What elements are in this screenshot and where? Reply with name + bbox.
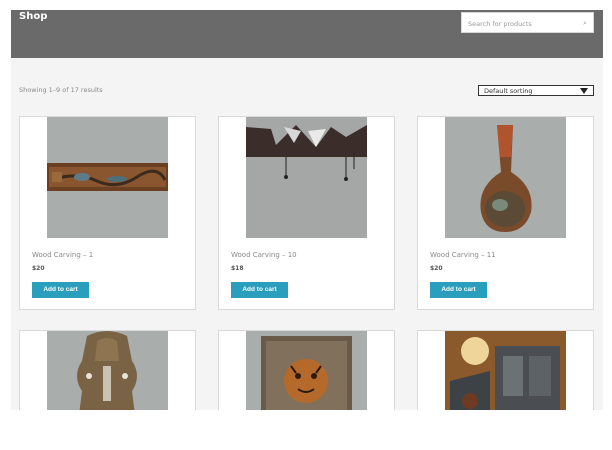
product-title[interactable]: Wood Carving – 1: [32, 251, 93, 259]
product-image[interactable]: [47, 331, 168, 410]
product-image[interactable]: [445, 117, 566, 238]
add-to-cart-button[interactable]: Add to cart: [430, 282, 487, 298]
shop-page: Shop ⌕ Showing 1–9 of 17 results Default…: [11, 10, 603, 410]
search-input[interactable]: [468, 18, 573, 29]
chevron-down-icon: [580, 88, 588, 94]
add-to-cart-button[interactable]: Add to cart: [32, 282, 89, 298]
product-price: $20: [430, 265, 443, 272]
product-card: Wood Carving – 1 $20 Add to cart: [19, 116, 196, 310]
product-price: $20: [32, 265, 45, 272]
search-box[interactable]: ⌕: [461, 12, 594, 33]
add-to-cart-button[interactable]: Add to cart: [231, 282, 288, 298]
product-card: [417, 330, 594, 410]
product-card: [19, 330, 196, 410]
sort-select-value: Default sorting: [484, 87, 533, 95]
product-price: $18: [231, 265, 244, 272]
sort-select[interactable]: Default sorting: [478, 85, 594, 96]
product-image[interactable]: [246, 331, 367, 410]
search-icon[interactable]: ⌕: [583, 18, 587, 28]
product-image[interactable]: [246, 117, 367, 238]
result-count: Showing 1–9 of 17 results: [19, 86, 103, 94]
product-title[interactable]: Wood Carving – 10: [231, 251, 297, 259]
product-image[interactable]: [47, 117, 168, 238]
product-card: Wood Carving – 10 $18 Add to cart: [218, 116, 395, 310]
product-card: Wood Carving – 11 $20 Add to cart: [417, 116, 594, 310]
product-title[interactable]: Wood Carving – 11: [430, 251, 496, 259]
product-image[interactable]: [445, 331, 566, 410]
site-header: Shop ⌕: [11, 10, 603, 58]
product-card: [218, 330, 395, 410]
page-title: Shop: [19, 11, 48, 22]
